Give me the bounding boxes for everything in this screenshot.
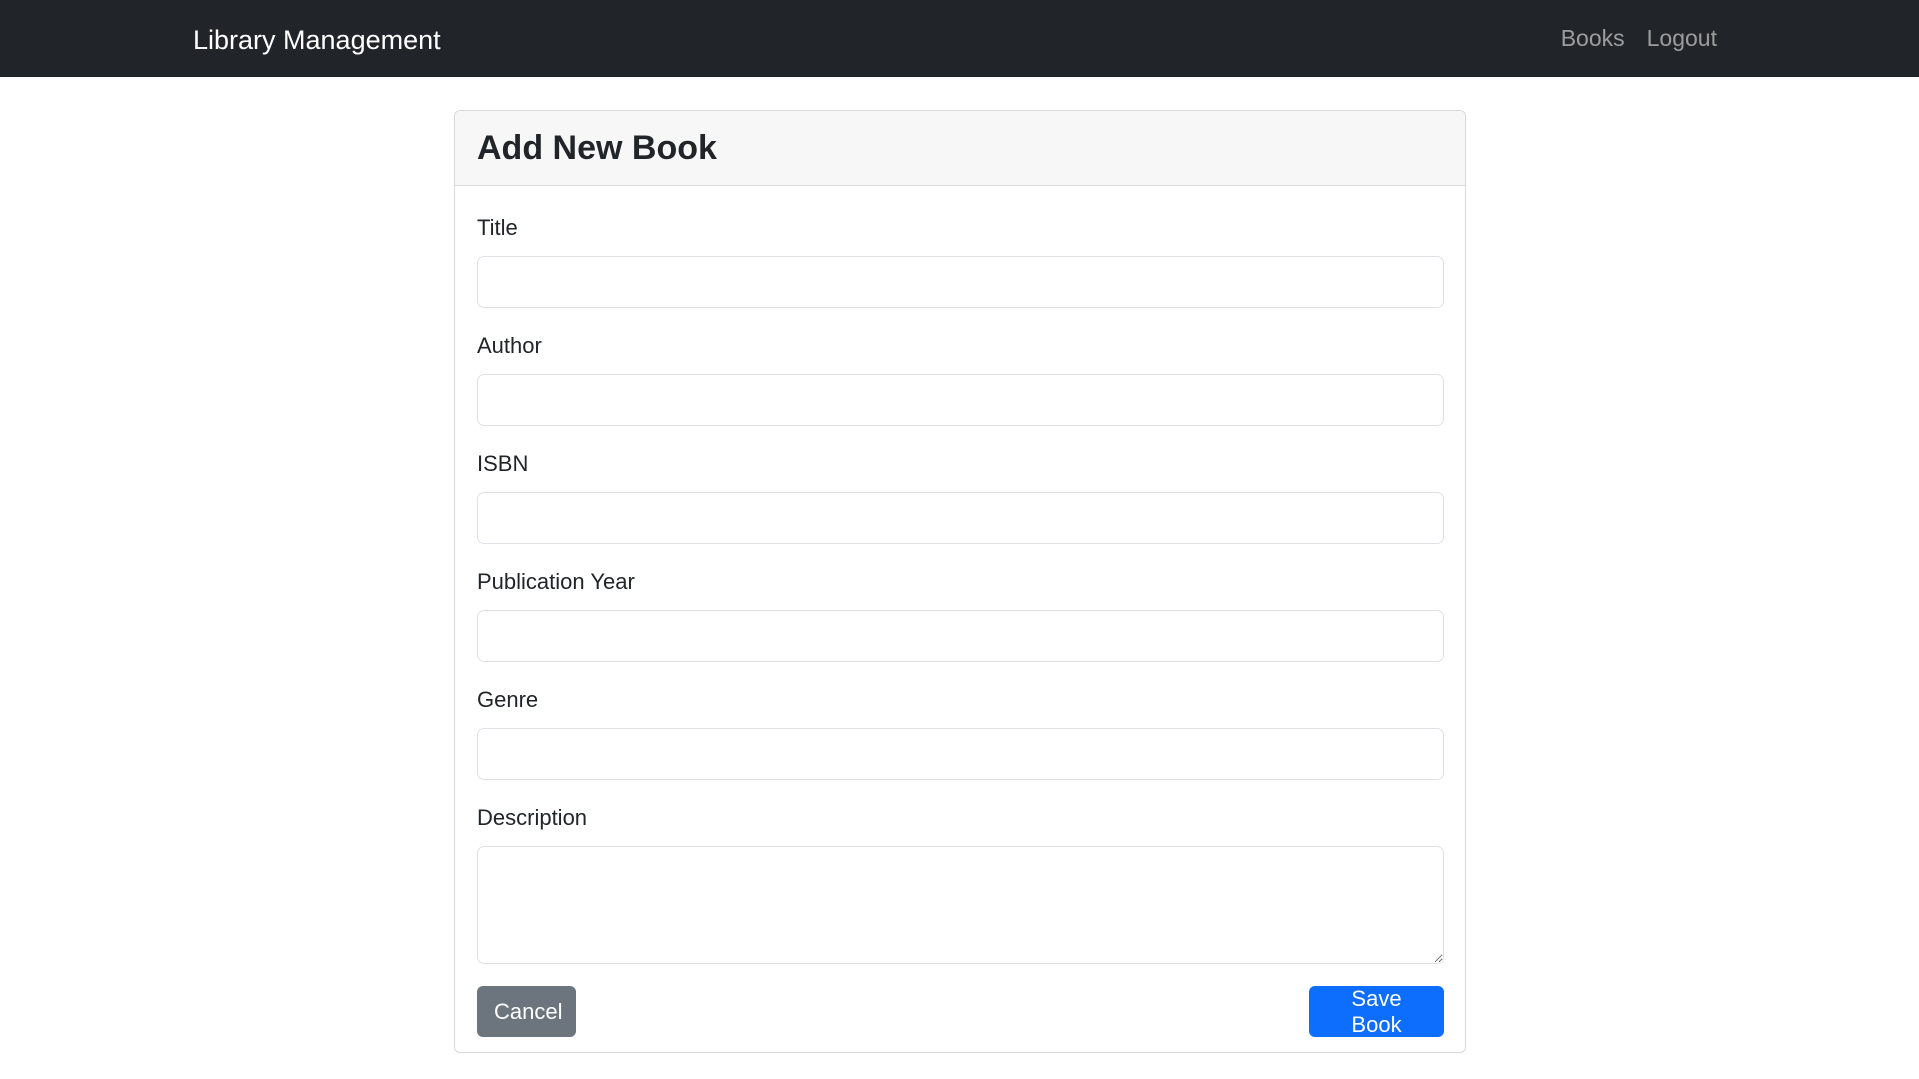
top-navbar: Library Management Books Logout: [0, 0, 1919, 77]
publication-year-input[interactable]: [477, 610, 1444, 662]
page-title: Add New Book: [477, 128, 717, 167]
brand-link[interactable]: Library Management: [193, 0, 441, 80]
genre-input[interactable]: [477, 728, 1444, 780]
form-actions: Cancel Save Book: [477, 986, 1444, 1037]
author-input[interactable]: [477, 374, 1444, 426]
title-label: Title: [477, 215, 518, 240]
title-field-group: Title: [477, 214, 1444, 308]
save-book-button[interactable]: Save Book: [1309, 986, 1444, 1037]
add-book-form: Title Author ISBN Publication Year Genre…: [455, 186, 1465, 1037]
title-input[interactable]: [477, 256, 1444, 308]
isbn-input[interactable]: [477, 492, 1444, 544]
cancel-button[interactable]: Cancel: [477, 986, 576, 1037]
add-book-card: Add New Book Title Author ISBN Publicati…: [454, 110, 1466, 1053]
description-textarea[interactable]: [477, 846, 1444, 964]
nav-link-logout[interactable]: Logout: [1647, 25, 1717, 52]
author-field-group: Author: [477, 332, 1444, 426]
genre-label: Genre: [477, 687, 539, 712]
isbn-field-group: ISBN: [477, 450, 1444, 544]
publication-year-label: Publication Year: [477, 569, 635, 594]
nav-link-books[interactable]: Books: [1561, 25, 1625, 52]
description-label: Description: [477, 805, 588, 830]
isbn-label: ISBN: [477, 451, 529, 476]
publication-year-field-group: Publication Year: [477, 568, 1444, 662]
genre-field-group: Genre: [477, 686, 1444, 780]
card-header: Add New Book: [455, 111, 1465, 186]
author-label: Author: [477, 333, 542, 358]
description-field-group: Description: [477, 804, 1444, 964]
nav-links: Books Logout: [1561, 0, 1717, 77]
